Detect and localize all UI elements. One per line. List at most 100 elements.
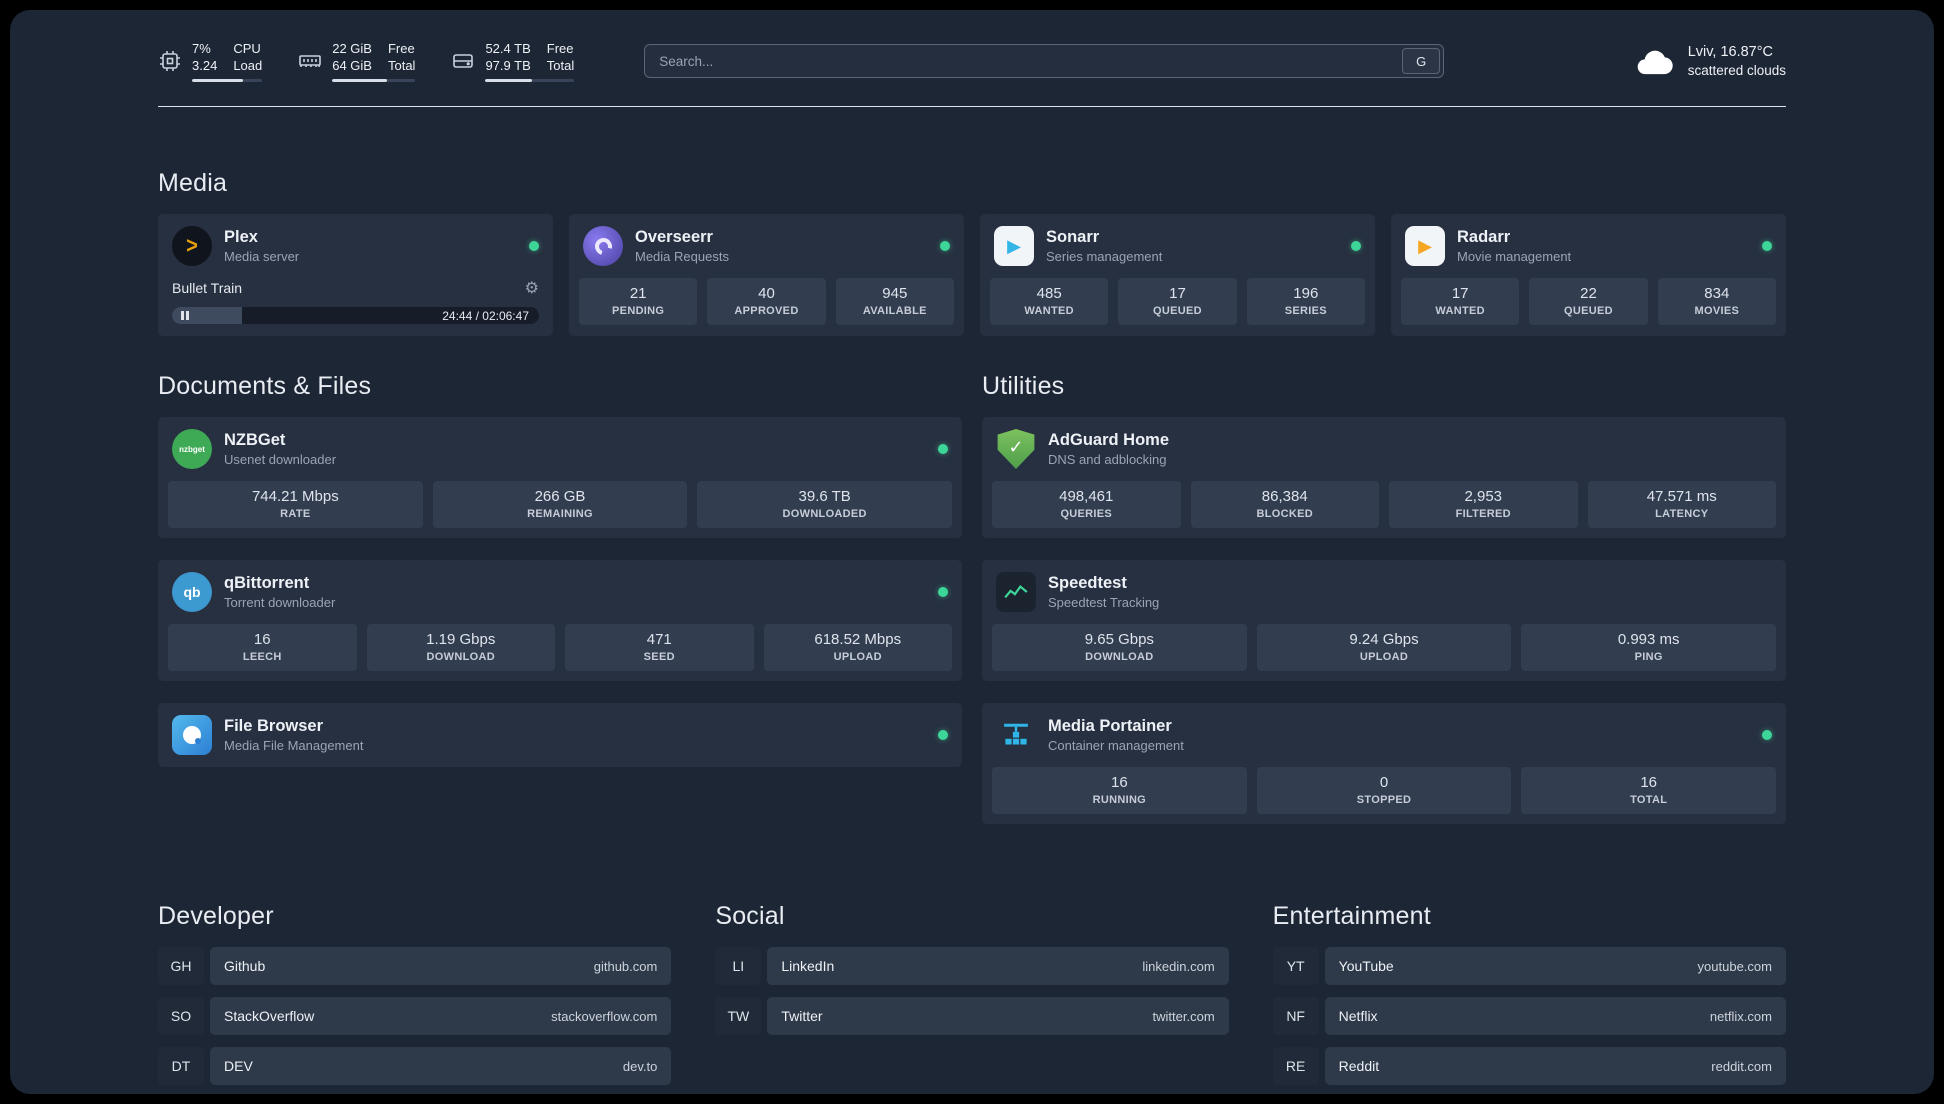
bookmark-abbr: TW [715, 997, 762, 1035]
stat-label: APPROVED [734, 305, 799, 317]
service-subtitle: Torrent downloader [224, 595, 336, 610]
stat-label: QUEUED [1153, 305, 1202, 317]
bookmark-group-title: Social [715, 902, 785, 930]
cpu-percent: 7% [192, 41, 211, 56]
status-dot [940, 241, 950, 251]
stat-label: DOWNLOAD [1085, 651, 1154, 663]
stat-label: SEED [643, 651, 675, 663]
bookmark-dev[interactable]: DT DEV dev.to [158, 1047, 672, 1085]
service-subtitle: Media server [224, 249, 300, 264]
stat-tile: 17 WANTED [1401, 278, 1520, 325]
stat-value: 17 [1169, 285, 1186, 302]
bookmark-abbr: RE [1272, 1047, 1319, 1085]
stat-tile: 16 LEECH [168, 624, 357, 671]
status-dot [938, 444, 948, 454]
bookmark-abbr: YT [1272, 947, 1319, 985]
stat-tile: 9.24 Gbps UPLOAD [1256, 624, 1512, 671]
search-engine-button[interactable]: G [1402, 48, 1441, 74]
service-subtitle: Movie management [1457, 249, 1572, 264]
stat-value: 17 [1451, 285, 1469, 302]
stat-value: 16 [1110, 774, 1128, 791]
service-card-filebrowser[interactable]: File Browser Media File Management [158, 703, 962, 767]
bookmark-reddit[interactable]: RE Reddit reddit.com [1272, 1047, 1786, 1085]
service-card-qbittorrent[interactable]: qb qBittorrent Torrent downloader 16 LEE… [158, 560, 962, 681]
service-subtitle: Usenet downloader [224, 452, 337, 467]
stat-label: PING [1634, 651, 1663, 663]
bookmark-group-title: Developer [158, 902, 274, 930]
service-name: Media Portainer [1048, 717, 1172, 735]
plex-icon: > [172, 226, 212, 266]
settings-gear-icon[interactable]: ⚙ [525, 278, 539, 298]
service-card-adguard[interactable]: ✓ AdGuard Home DNS and adblocking 498,46… [982, 417, 1786, 538]
bookmark-netflix[interactable]: NF Netflix netflix.com [1272, 997, 1786, 1035]
stat-label: DOWNLOAD [426, 651, 495, 663]
disk-label-top: Free [546, 41, 574, 56]
disk-icon [453, 54, 474, 68]
portainer-icon [996, 715, 1036, 755]
stat-tile: 1.19 Gbps DOWNLOAD [366, 624, 555, 671]
stat-tile: 47.571 ms LATENCY [1587, 481, 1776, 528]
section-title-media: Media [158, 169, 228, 197]
disk-usage-bar [485, 79, 575, 82]
stat-label: LATENCY [1655, 508, 1709, 520]
stat-value: 471 [646, 631, 672, 648]
stat-tile: 945 AVAILABLE [835, 278, 954, 325]
service-card-radarr[interactable]: ▶ Radarr Movie management 17 WANTED 22 Q… [1391, 214, 1786, 336]
stat-value: 834 [1704, 285, 1730, 302]
service-card-overseerr[interactable]: Overseerr Media Requests 21 PENDING 40 A… [569, 214, 964, 336]
bookmark-stackoverflow[interactable]: SO StackOverflow stackoverflow.com [158, 997, 672, 1035]
cpu-usage-bar [192, 79, 263, 82]
stat-value: 21 [629, 285, 647, 302]
service-card-sonarr[interactable]: ▶ Sonarr Series management 485 WANTED 17… [980, 214, 1375, 336]
bookmark-linkedin[interactable]: LI LinkedIn linkedin.com [715, 947, 1229, 985]
bookmark-twitter[interactable]: TW Twitter twitter.com [715, 997, 1229, 1035]
nzbget-icon: nzbget [172, 429, 212, 469]
stat-value: 196 [1293, 285, 1319, 302]
playback-time: 24:44 / 02:06:47 [442, 309, 529, 323]
stat-value: 1.19 Gbps [426, 631, 496, 648]
stat-tile: 0 STOPPED [1256, 767, 1512, 814]
section-title-utilities: Utilities [982, 372, 1065, 400]
dashboard: 7% 3.24 CPU Load 22 GiB 64 GiB Free Tota… [10, 10, 1934, 1094]
stat-value: 744.21 Mbps [251, 488, 339, 505]
playback-progress-bar[interactable]: 24:44 / 02:06:47 [172, 307, 539, 324]
stat-tile: 0.993 ms PING [1521, 624, 1777, 671]
stat-tile: 39.6 TB DOWNLOADED [697, 481, 953, 528]
service-name: qBittorrent [224, 574, 310, 592]
stat-tile: 196 SERIES [1246, 278, 1365, 325]
bookmark-github[interactable]: GH Github github.com [158, 947, 672, 985]
memory-label-bottom: Total [387, 58, 416, 73]
disk-label-bottom: Total [546, 58, 575, 73]
disk-free: 52.4 TB [485, 41, 531, 56]
service-card-portainer[interactable]: Media Portainer Container management 16 … [982, 703, 1786, 824]
stat-label: QUEUED [1564, 305, 1613, 317]
overseerr-icon [583, 226, 623, 266]
stat-value: 16 [253, 631, 271, 648]
bookmark-domain: netflix.com [1709, 1008, 1772, 1024]
memory-label-top: Free [387, 41, 415, 56]
stat-label: DOWNLOADED [782, 508, 867, 520]
search-input[interactable] [645, 45, 1444, 77]
stat-value: 40 [758, 285, 775, 302]
bookmark-name: LinkedIn [781, 958, 835, 974]
stat-label: TOTAL [1630, 794, 1668, 806]
service-card-plex[interactable]: > Plex Media server Bullet Train ⚙ 24:44… [158, 214, 553, 336]
bookmark-name: DEV [224, 1058, 253, 1074]
status-dot [1762, 730, 1772, 740]
bookmark-domain: reddit.com [1711, 1058, 1772, 1074]
service-name: Sonarr [1046, 228, 1100, 246]
stat-label: RATE [280, 508, 311, 520]
bookmark-abbr: NF [1272, 997, 1319, 1035]
bookmark-domain: youtube.com [1697, 958, 1772, 974]
bookmark-youtube[interactable]: YT YouTube youtube.com [1272, 947, 1786, 985]
service-card-speedtest[interactable]: Speedtest Speedtest Tracking 9.65 Gbps D… [982, 560, 1786, 681]
stat-value: 485 [1036, 285, 1062, 302]
stat-value: 945 [882, 285, 908, 302]
bookmark-name: Github [224, 958, 266, 974]
service-subtitle: Series management [1046, 249, 1163, 264]
section-documents: Documents & Files nzbget NZBGet Usenet d… [158, 372, 962, 846]
stat-label: MOVIES [1694, 305, 1740, 317]
service-subtitle: Media Requests [635, 249, 729, 264]
service-card-nzbget[interactable]: nzbget NZBGet Usenet downloader 744.21 M… [158, 417, 962, 538]
pause-icon[interactable] [181, 311, 189, 320]
